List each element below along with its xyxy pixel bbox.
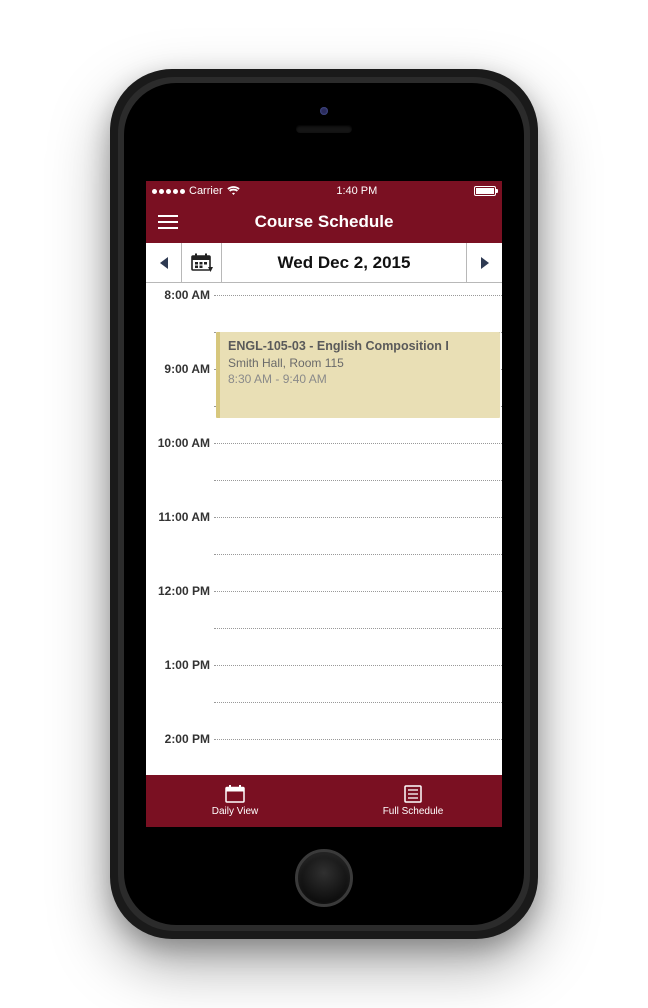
halfhour-gridline [214, 702, 502, 703]
hour-gridline [214, 443, 502, 444]
tab-daily-view[interactable]: Daily View [146, 775, 324, 827]
calendar-grid: ENGL-105-03 - English Composition ISmith… [214, 283, 502, 775]
hour-label: 1:00 PM [165, 658, 210, 672]
chevron-right-icon [479, 256, 491, 270]
tab-full-label: Full Schedule [383, 806, 444, 817]
hour-label: 10:00 AM [158, 436, 210, 450]
tab-full-schedule[interactable]: Full Schedule [324, 775, 502, 827]
calendar-day-view[interactable]: 8:00 AM 9:00 AM 10:00 AM 11:00 AM 12:00 PM 1:… [146, 283, 502, 775]
speaker-icon [296, 125, 352, 133]
prev-day-button[interactable] [146, 243, 182, 282]
tab-bar: Daily View Full Schedule [146, 775, 502, 827]
nav-header: Course Schedule [146, 201, 502, 243]
halfhour-gridline [214, 554, 502, 555]
status-bar: Carrier 1:40 PM [146, 181, 502, 201]
screen: Carrier 1:40 PM [146, 181, 502, 827]
daily-view-icon [225, 785, 245, 803]
hour-label: 12:00 PM [158, 584, 210, 598]
event-time: 8:30 AM - 9:40 AM [228, 371, 492, 387]
carrier-label: Carrier [189, 185, 223, 197]
hour-gridline [214, 517, 502, 518]
phone-frame-outer: Carrier 1:40 PM [110, 69, 538, 939]
date-selector: Wed Dec 2, 2015 [146, 243, 502, 283]
time-column: 8:00 AM 9:00 AM 10:00 AM 11:00 AM 12:00 PM 1:… [146, 283, 214, 775]
status-left: Carrier [152, 185, 240, 197]
home-button[interactable] [295, 849, 353, 907]
page-title: Course Schedule [146, 212, 502, 232]
hour-label: 8:00 AM [164, 288, 210, 302]
hour-label: 9:00 AM [164, 362, 210, 376]
date-center: Wed Dec 2, 2015 [182, 243, 466, 282]
phone-speaker-area [244, 107, 404, 133]
hour-gridline [214, 739, 502, 740]
hour-gridline [214, 665, 502, 666]
event-title: ENGL-105-03 - English Composition I [228, 338, 492, 355]
menu-icon [158, 215, 178, 229]
wifi-icon [227, 186, 240, 196]
phone-frame-inner: Carrier 1:40 PM [124, 83, 524, 925]
hour-label: 11:00 AM [158, 510, 210, 524]
next-day-button[interactable] [466, 243, 502, 282]
status-right [474, 186, 496, 196]
calendar-icon [191, 253, 213, 273]
current-date-label: Wed Dec 2, 2015 [222, 253, 466, 273]
hour-gridline [214, 591, 502, 592]
tab-daily-label: Daily View [212, 806, 259, 817]
halfhour-gridline [214, 480, 502, 481]
status-time: 1:40 PM [336, 185, 377, 197]
calendar-event[interactable]: ENGL-105-03 - English Composition ISmith… [216, 332, 500, 418]
phone-frame-mid: Carrier 1:40 PM [118, 77, 530, 931]
event-location: Smith Hall, Room 115 [228, 355, 492, 371]
calendar-picker-button[interactable] [182, 243, 222, 282]
hour-label: 2:00 PM [165, 732, 210, 746]
chevron-left-icon [158, 256, 170, 270]
full-schedule-icon [404, 785, 422, 803]
signal-icon [152, 189, 185, 194]
hour-gridline [214, 295, 502, 296]
halfhour-gridline [214, 628, 502, 629]
battery-icon [474, 186, 496, 196]
menu-button[interactable] [146, 201, 190, 243]
camera-icon [320, 107, 328, 115]
